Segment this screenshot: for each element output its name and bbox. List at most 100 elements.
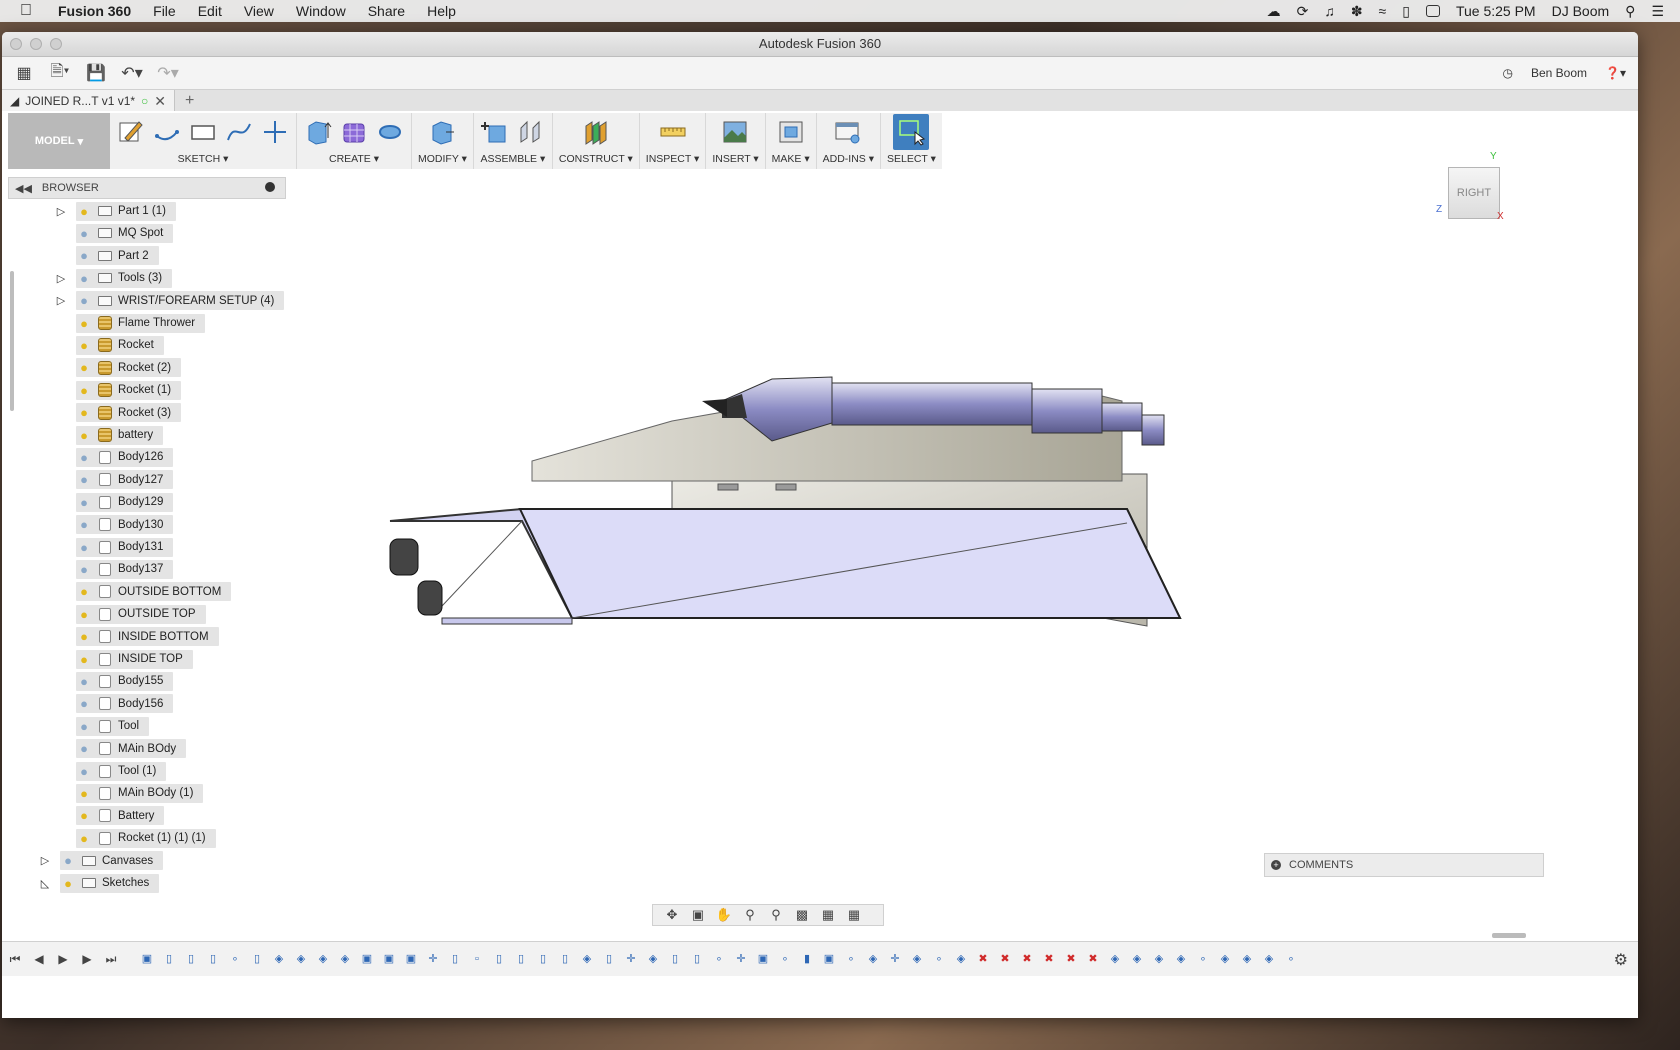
browser-item[interactable]: ● Body155 — [8, 671, 174, 691]
browser-root-item[interactable]: ▷ ● Canvases — [8, 851, 164, 871]
help-icon[interactable]: ❓▾ — [1605, 66, 1626, 80]
visibility-bulb-icon[interactable]: ● — [76, 226, 92, 241]
redo-icon[interactable]: ↷▾ — [154, 61, 182, 85]
timeline-feature-icon[interactable]: ▣ — [754, 951, 772, 967]
new-component-icon[interactable] — [480, 117, 510, 147]
browser-item[interactable]: ● Body129 — [8, 492, 174, 512]
visibility-bulb-icon[interactable]: ● — [76, 450, 92, 465]
visibility-bulb-icon[interactable]: ● — [76, 472, 92, 487]
browser-item[interactable]: ● Rocket (1) — [8, 380, 182, 400]
browser-item-chip[interactable]: ● Body155 — [76, 671, 174, 691]
timeline-feature-icon[interactable]: ▣ — [820, 951, 838, 967]
timeline-feature-icon[interactable]: ▯ — [512, 951, 530, 967]
grid-settings-icon[interactable]: ▦ — [817, 907, 839, 923]
addins-menu[interactable]: ADD-INS ▾ — [823, 151, 874, 167]
timeline-feature-icon[interactable]: ◈ — [292, 951, 310, 967]
timeline-feature-icon[interactable]: ▯ — [666, 951, 684, 967]
browser-item-chip[interactable]: ● Canvases — [60, 851, 164, 871]
pan-icon[interactable]: ✋ — [713, 907, 735, 923]
browser-item-chip[interactable]: ● Body129 — [76, 492, 174, 512]
modify-menu[interactable]: MODIFY ▾ — [418, 151, 467, 167]
browser-item-chip[interactable]: ● INSIDE BOTTOM — [76, 627, 219, 647]
timeline-feature-icon[interactable]: ◈ — [908, 951, 926, 967]
timeline-feature-icon[interactable]: ▫ — [468, 951, 486, 967]
timeline-feature-icon[interactable]: ◈ — [1238, 951, 1256, 967]
timeline-feature-icon[interactable]: ✖ — [1040, 951, 1058, 967]
visibility-bulb-icon[interactable]: ● — [76, 248, 92, 263]
browser-item-chip[interactable]: ● Tool (1) — [76, 761, 167, 781]
audio-icon[interactable]: ♫ — [1324, 3, 1335, 19]
look-at-icon[interactable]: ▣ — [687, 907, 709, 923]
creative-cloud-icon[interactable]: ☁ — [1267, 3, 1281, 20]
menu-app-name[interactable]: Fusion 360 — [58, 3, 131, 19]
timeline-feature-icon[interactable]: ◈ — [864, 951, 882, 967]
timeline-feature-icon[interactable]: ▣ — [380, 951, 398, 967]
timeline-feature-icon[interactable]: ◈ — [578, 951, 596, 967]
viewports-icon[interactable]: ▦ — [843, 907, 865, 923]
joint-icon[interactable] — [516, 117, 546, 147]
timeline-feature-icon[interactable]: ✖ — [1062, 951, 1080, 967]
browser-item-chip[interactable]: ● OUTSIDE BOTTOM — [76, 582, 232, 602]
visibility-bulb-icon[interactable]: ● — [76, 495, 92, 510]
play-icon[interactable]: ▶ — [52, 952, 74, 966]
browser-item-chip[interactable]: ● Body137 — [76, 559, 174, 579]
scripts-addins-icon[interactable] — [833, 117, 863, 147]
visibility-bulb-icon[interactable]: ● — [76, 629, 92, 644]
visibility-bulb-icon[interactable]: ● — [76, 831, 92, 846]
timeline-feature-icon[interactable]: ✖ — [974, 951, 992, 967]
visibility-bulb-icon[interactable]: ● — [76, 405, 92, 420]
browser-item-chip[interactable]: ● Body130 — [76, 515, 174, 535]
browser-item[interactable]: ● Body131 — [8, 537, 174, 557]
visibility-bulb-icon[interactable]: ● — [76, 204, 92, 219]
timeline-feature-icon[interactable]: ▯ — [490, 951, 508, 967]
browser-item[interactable]: ● Part 2 — [8, 246, 159, 266]
line-tool-icon[interactable] — [152, 117, 182, 147]
extrude-icon[interactable] — [303, 117, 333, 147]
browser-item-chip[interactable]: ● MQ Spot — [76, 223, 174, 243]
browser-item[interactable]: ● MQ Spot — [8, 223, 174, 243]
menubar-clock[interactable]: Tue 5:25 PM — [1456, 3, 1536, 19]
fit-icon[interactable]: ⚲ — [765, 907, 787, 923]
expand-arrow-icon[interactable]: ▷ — [38, 854, 52, 868]
spotlight-icon[interactable]: ⚲ — [1625, 3, 1635, 20]
browser-item-chip[interactable]: ● Rocket (3) — [76, 403, 182, 423]
go-to-end-icon[interactable]: ⏭ — [100, 952, 122, 967]
browser-item-chip[interactable]: ● MAin BOdy — [76, 739, 187, 759]
expand-arrow-icon[interactable]: ▷ — [54, 294, 68, 308]
visibility-bulb-icon[interactable]: ● — [76, 764, 92, 779]
user-account-menu[interactable]: Ben Boom — [1531, 66, 1587, 80]
timeline-feature-icon[interactable]: ✖ — [1084, 951, 1102, 967]
sketch-menu[interactable]: SKETCH ▾ — [178, 151, 229, 167]
timeline-scrollbar[interactable] — [1492, 933, 1526, 938]
airplay-icon[interactable]: ▯ — [1402, 3, 1410, 20]
timeline-feature-icon[interactable]: ▯ — [248, 951, 266, 967]
job-status-clock-icon[interactable]: ◷ — [1503, 66, 1513, 80]
select-menu[interactable]: SELECT ▾ — [887, 151, 936, 167]
file-menu-icon[interactable]: 🗎▾ — [46, 61, 74, 85]
timeline-feature-icon[interactable]: ✛ — [424, 951, 442, 967]
orbit-icon[interactable]: ✥ — [661, 907, 683, 923]
browser-item-chip[interactable]: ● Tool — [76, 716, 150, 736]
undo-icon[interactable]: ↶▾ — [118, 61, 146, 85]
visibility-bulb-icon[interactable]: ● — [60, 853, 76, 868]
timeline-feature-icon[interactable]: ∘ — [1282, 951, 1300, 967]
visibility-bulb-icon[interactable]: ● — [76, 719, 92, 734]
model-viewport[interactable] — [382, 291, 1212, 711]
timeline-feature-icon[interactable]: ▯ — [160, 951, 178, 967]
timeline-feature-icon[interactable]: ▯ — [182, 951, 200, 967]
construct-menu[interactable]: CONSTRUCT ▾ — [559, 151, 633, 167]
browser-root-item[interactable]: ◺ ● Sketches — [8, 873, 160, 893]
notification-center-icon[interactable]: ☰ — [1651, 3, 1664, 20]
zoom-icon[interactable]: ⚲ — [739, 907, 761, 923]
visibility-bulb-icon[interactable]: ● — [60, 876, 76, 891]
timeline-feature-icon[interactable]: ◈ — [1150, 951, 1168, 967]
press-pull-icon[interactable] — [427, 117, 457, 147]
browser-item[interactable]: ● INSIDE BOTTOM — [8, 627, 219, 647]
workspace-switcher[interactable]: MODEL ▾ — [8, 113, 110, 169]
timeline-feature-icon[interactable]: ◈ — [336, 951, 354, 967]
timeline-feature-icon[interactable]: ▯ — [204, 951, 222, 967]
browser-item[interactable]: ● MAin BOdy (1) — [8, 783, 204, 803]
browser-item[interactable]: ● Flame Thrower — [8, 313, 206, 333]
offset-plane-icon[interactable] — [581, 117, 611, 147]
menu-view[interactable]: View — [244, 3, 274, 19]
